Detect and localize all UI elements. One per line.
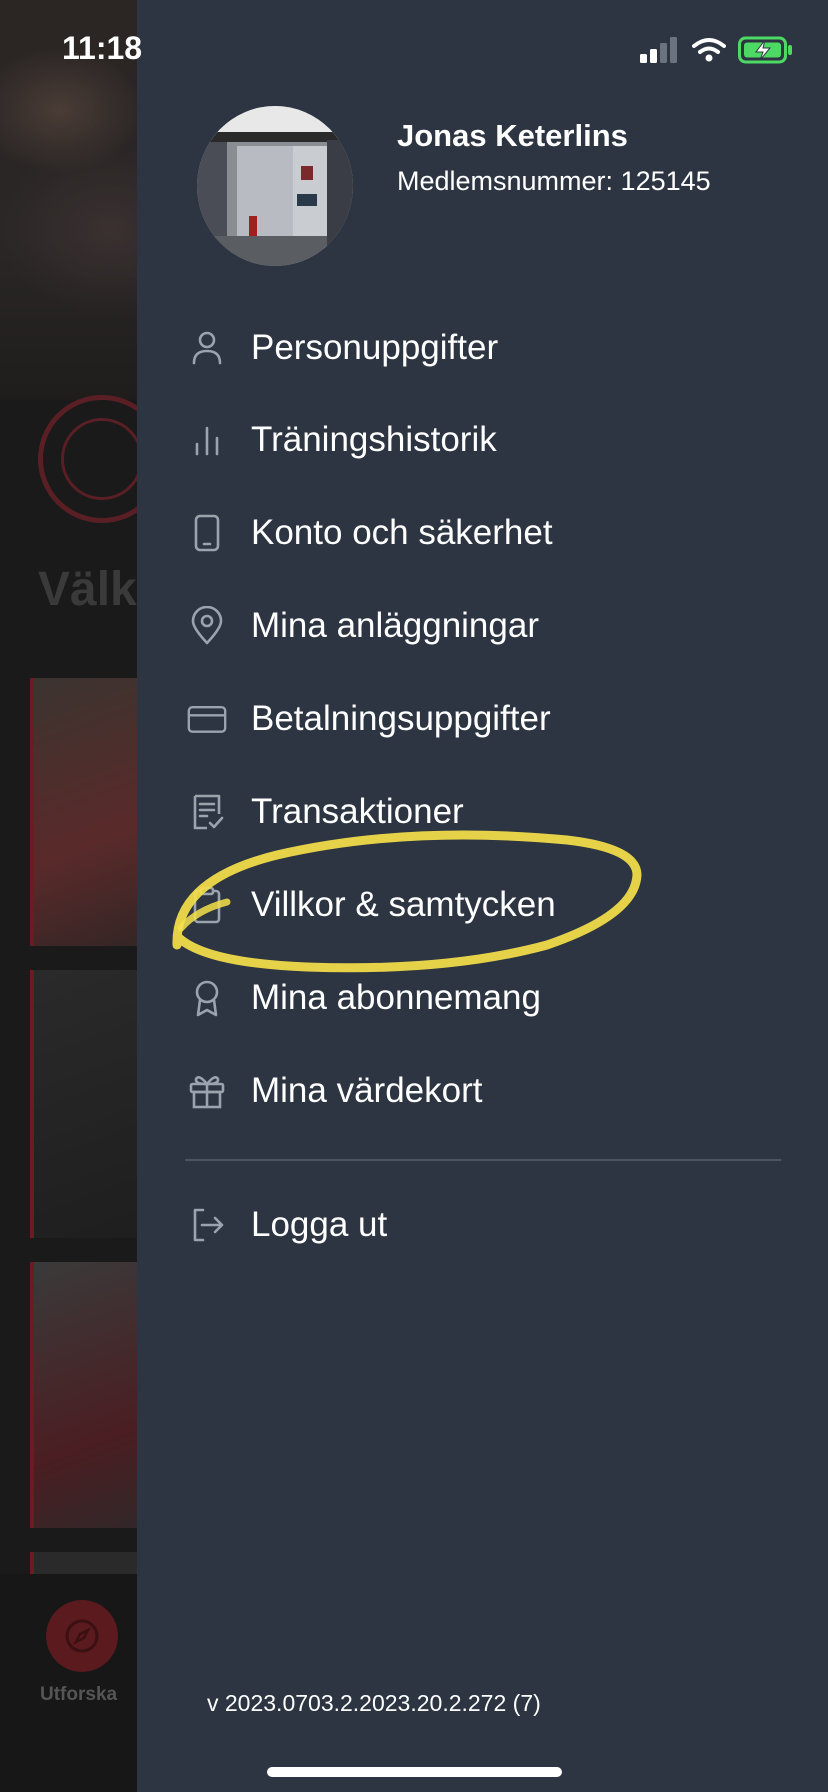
battery-charging-icon <box>738 36 792 64</box>
compass-icon[interactable] <box>46 1600 118 1672</box>
menu-divider <box>185 1159 781 1161</box>
tab-explore-label[interactable]: Utforska <box>40 1684 117 1706</box>
location-pin-icon <box>187 604 227 648</box>
menu-item-personuppgifter[interactable]: Personuppgifter <box>187 318 498 378</box>
menu-label: Betalningsuppgifter <box>251 699 551 738</box>
menu-label: Konto och säkerhet <box>251 513 553 552</box>
menu-label: Mina abonnemang <box>251 978 541 1017</box>
app-version: v 2023.0703.2.2023.20.2.272 (7) <box>207 1690 541 1716</box>
credit-card-icon <box>187 697 227 741</box>
side-drawer: Jonas Keterlins Medlemsnummer: 125145 Pe… <box>137 0 828 1792</box>
status-icons <box>640 36 794 64</box>
bar-chart-icon <box>187 418 227 462</box>
menu-label: Personuppgifter <box>251 328 499 367</box>
menu-item-konto-och-sakerhet[interactable]: Konto och säkerhet <box>187 503 553 563</box>
menu-item-mina-vardekort[interactable]: Mina värdekort <box>187 1061 482 1121</box>
wifi-icon <box>692 38 726 62</box>
member-number: Medlemsnummer: 125145 <box>397 166 711 196</box>
menu-label: Mina värdekort <box>251 1071 483 1110</box>
menu-label: Träningshistorik <box>251 420 497 459</box>
phone-icon <box>187 511 227 555</box>
cellular-signal-icon <box>640 37 677 63</box>
welcome-heading: Välk <box>38 563 137 616</box>
menu-label: Transaktioner <box>251 792 464 831</box>
user-name: Jonas Keterlins <box>397 118 628 153</box>
menu-item-betalningsuppgifter[interactable]: Betalningsuppgifter <box>187 689 551 749</box>
logout-icon <box>187 1203 227 1247</box>
person-icon <box>187 326 227 370</box>
award-icon <box>187 976 227 1020</box>
logout-label: Logga ut <box>251 1205 388 1244</box>
menu-label: Mina anläggningar <box>251 606 539 645</box>
clipboard-icon <box>187 883 227 927</box>
status-time: 11:18 <box>62 30 143 66</box>
avatar[interactable] <box>197 106 353 266</box>
receipt-icon <box>187 790 227 834</box>
logout-button[interactable]: Logga ut <box>187 1195 387 1255</box>
menu-item-villkor-samtycken[interactable]: Villkor & samtycken <box>187 875 556 935</box>
menu-item-transaktioner[interactable]: Transaktioner <box>187 782 464 842</box>
menu-item-traningshistorik[interactable]: Träningshistorik <box>187 410 497 470</box>
menu-label: Villkor & samtycken <box>251 885 556 924</box>
menu-item-mina-abonnemang[interactable]: Mina abonnemang <box>187 968 541 1028</box>
menu-item-mina-anlaggningar[interactable]: Mina anläggningar <box>187 596 539 656</box>
gift-icon <box>187 1069 227 1113</box>
home-indicator[interactable] <box>267 1767 562 1777</box>
